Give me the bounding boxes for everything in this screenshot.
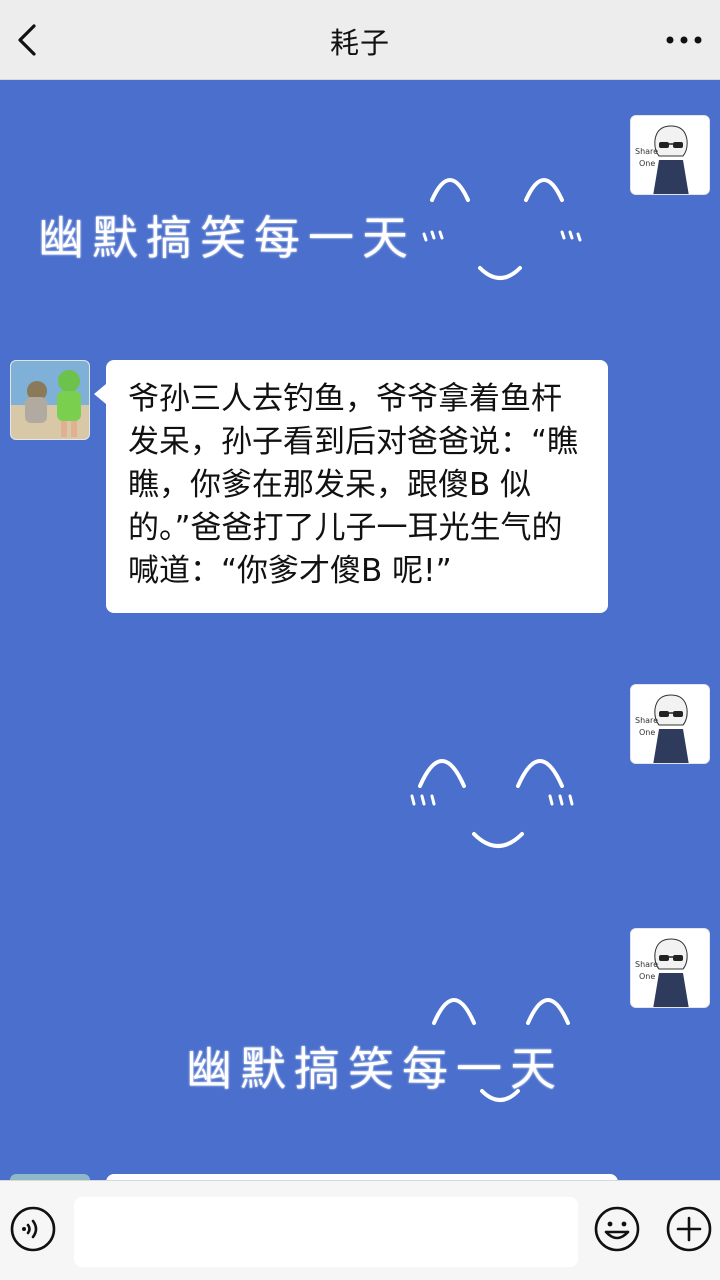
voice-icon (10, 1206, 56, 1252)
more-dots-icon (666, 36, 702, 44)
text-message-bubble[interactable]: 爷孙三人去钓鱼，爷爷拿着鱼杆发呆，孙子看到后对爸爸说：“瞧瞧，你爹在那发呆，跟傻… (94, 360, 608, 613)
avatar-illustration-icon: Share One (631, 116, 709, 194)
sticker-message-2[interactable] (400, 730, 600, 870)
input-bar (0, 1180, 720, 1280)
voice-button[interactable] (8, 1204, 58, 1254)
avatar-illustration-icon: Share One (631, 685, 709, 763)
chat-title: 耗子 (329, 26, 390, 60)
plus-icon (666, 1206, 712, 1252)
more-functions-button[interactable] (664, 1204, 714, 1254)
sticker-caption: 幽默搞笑每一天 (186, 1042, 564, 1096)
contact-avatar[interactable] (10, 360, 90, 440)
message-text: 爷孙三人去钓鱼，爷爷拿着鱼杆发呆，孙子看到后对爸爸说：“瞧瞧，你爹在那发呆，跟傻… (128, 381, 579, 589)
svg-text:Share: Share (635, 716, 658, 725)
svg-text:One: One (639, 728, 655, 737)
sticker-message-3[interactable]: 幽默搞笑每一天 (180, 975, 710, 1125)
svg-text:Share: Share (635, 147, 658, 156)
chat-area[interactable]: Share One 幽默搞笑每一天 爷孙三人去钓鱼，爷爷拿着鱼杆发呆，孙子看到后… (0, 80, 720, 1180)
svg-text:One: One (639, 159, 655, 168)
emoji-button[interactable] (592, 1204, 642, 1254)
top-bar: 耗子 (0, 0, 720, 80)
more-button[interactable] (662, 20, 706, 60)
self-avatar[interactable]: Share One (630, 684, 710, 764)
svg-text:Share: Share (635, 960, 658, 969)
smile-face-icon (410, 759, 574, 848)
sticker-message-1[interactable]: 幽默搞笑每一天 (30, 160, 600, 290)
self-avatar[interactable]: Share One (630, 115, 710, 195)
sticker-caption: 幽默搞笑每一天 (38, 211, 416, 265)
smile-face-icon (422, 178, 582, 280)
message-input[interactable] (74, 1197, 578, 1267)
beach-photo-avatar-icon (11, 361, 89, 439)
emoji-icon (594, 1206, 640, 1252)
